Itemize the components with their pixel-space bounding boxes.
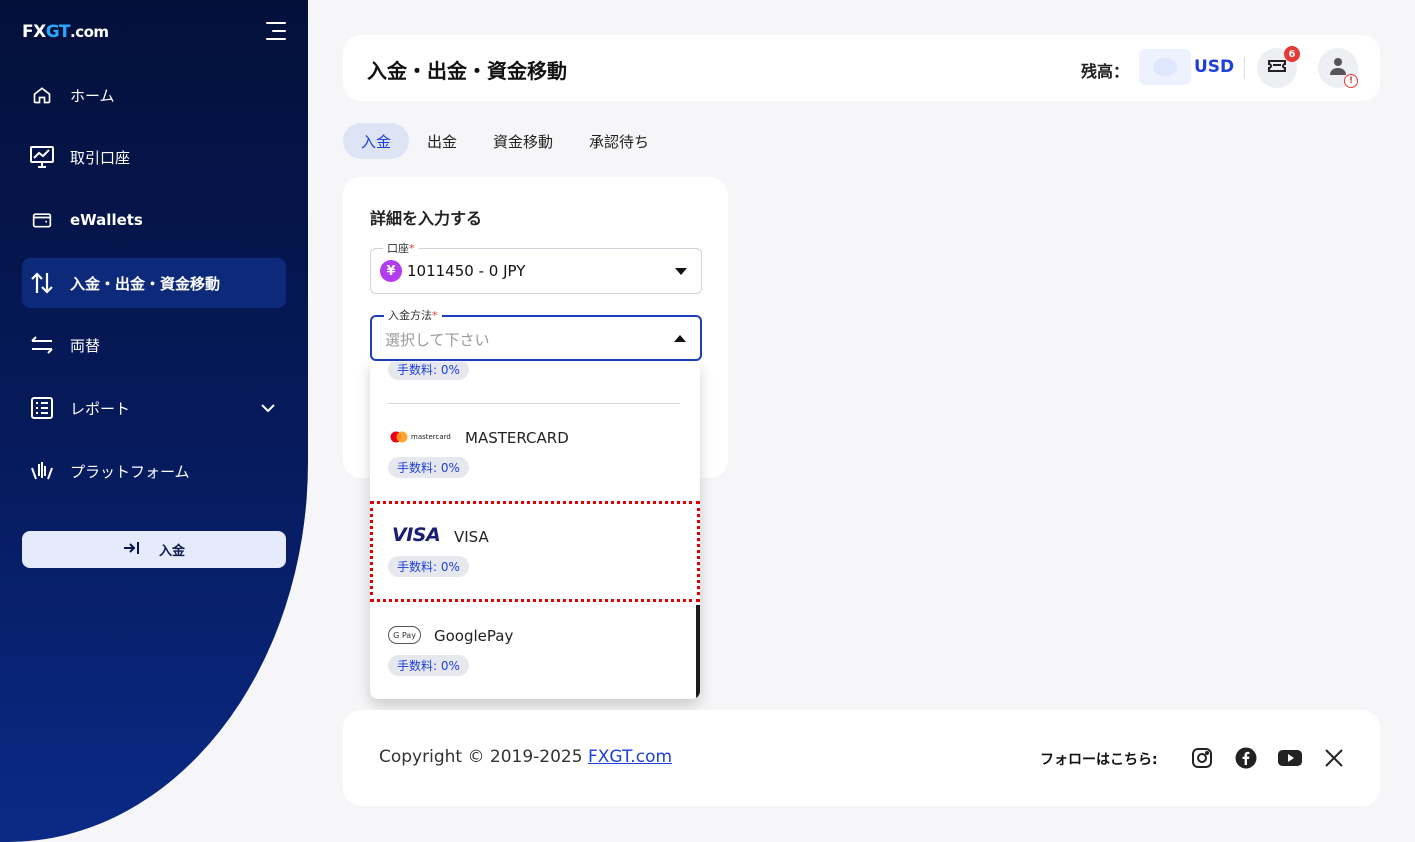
dropdown-scrollbar[interactable]	[696, 605, 700, 699]
page-footer: Copyright © 2019-2025 FXGT.com フォローはこちら:	[343, 710, 1380, 806]
copyright-text: Copyright © 2019-2025 FXGT.com	[379, 747, 673, 767]
dropdown-option-googlepay[interactable]: G Pay GooglePay 手数料: 0%	[370, 615, 696, 685]
yen-icon: ¥	[380, 260, 402, 282]
sidebar-item-label: 両替	[70, 336, 101, 355]
account-select[interactable]: 口座* ¥ 1011450 - 0 JPY	[370, 240, 702, 294]
header-divider	[1244, 57, 1245, 79]
balance-label: 残高：	[1081, 62, 1130, 81]
notification-badge: 6	[1284, 46, 1300, 62]
logo-suffix: .com	[70, 23, 109, 41]
caret-down-icon	[675, 268, 687, 275]
sidebar-item-label: eWallets	[70, 211, 143, 229]
sidebar-item-platform[interactable]: プラットフォーム	[22, 446, 286, 496]
method-placeholder: 選択して下さい	[385, 331, 490, 349]
mastercard-logo-icon: mastercard	[390, 431, 451, 443]
x-icon[interactable]	[1322, 746, 1346, 770]
fee-badge: 手数料: 0%	[388, 362, 469, 380]
menu-toggle-icon[interactable]	[266, 22, 286, 40]
fxgt-link[interactable]: FXGT.com	[588, 747, 672, 767]
ticket-button[interactable]: 6	[1257, 46, 1300, 88]
fee-badge: 手数料: 0%	[388, 457, 469, 478]
platform-icon	[30, 459, 54, 483]
sidebar-item-label: 取引口座	[70, 148, 131, 167]
youtube-icon[interactable]	[1278, 746, 1302, 770]
fee-badge: 手数料: 0%	[388, 655, 469, 676]
deposit-method-select[interactable]: 入金方法* 選択して下さい	[370, 307, 702, 361]
balance-value-hidden	[1139, 49, 1191, 85]
chart-monitor-icon	[30, 145, 54, 169]
page-header: 入金・出金・資金移動 残高： USD 6 !	[343, 35, 1380, 101]
sidebar-item-label: プラットフォーム	[70, 462, 190, 481]
account-field-label: 口座*	[383, 240, 419, 256]
sidebar-item-exchange[interactable]: 両替	[22, 320, 286, 370]
logo-prefix: FX	[22, 22, 46, 42]
user-profile-button[interactable]: !	[1318, 48, 1358, 88]
chevron-down-icon[interactable]	[260, 399, 276, 417]
sidebar-item-ewallets[interactable]: eWallets	[22, 195, 286, 245]
visa-highlight-frame	[370, 501, 700, 602]
logo-accent: GT	[45, 22, 71, 42]
home-icon	[30, 83, 54, 107]
fxgt-logo[interactable]: FXGT.com	[22, 22, 109, 42]
sidebar-item-label: ホーム	[70, 86, 115, 105]
sidebar-item-report[interactable]: レポート	[22, 383, 286, 433]
wallet-icon	[30, 208, 54, 232]
tab-withdraw[interactable]: 出金	[409, 123, 475, 159]
transaction-tabs: 入金 出金 資金移動 承認待ち	[343, 123, 667, 159]
option-name: MASTERCARD	[465, 429, 569, 447]
sidebar-item-label: 入金・出金・資金移動	[70, 274, 221, 293]
caret-up-icon	[674, 335, 686, 342]
dropdown-divider	[388, 403, 680, 404]
sidebar-deposit-button[interactable]: 入金	[22, 531, 286, 568]
transfer-arrows-icon	[30, 271, 54, 295]
account-value: 1011450 - 0 JPY	[407, 262, 526, 280]
google-pay-logo-icon: G Pay	[388, 626, 421, 644]
alert-icon: !	[1344, 74, 1358, 88]
method-field-label: 入金方法*	[384, 307, 442, 323]
sidebar-item-home[interactable]: ホーム	[22, 70, 286, 120]
sidebar-item-label: レポート	[70, 399, 131, 418]
deposit-button-label: 入金	[158, 544, 185, 559]
sidebar-item-deposit-withdraw-transfer[interactable]: 入金・出金・資金移動	[22, 258, 286, 308]
report-icon	[30, 396, 54, 420]
instagram-icon[interactable]	[1190, 746, 1214, 770]
sidebar-item-trading-accounts[interactable]: 取引口座	[22, 132, 286, 182]
facebook-icon[interactable]	[1234, 746, 1258, 770]
balance-currency: USD	[1194, 57, 1235, 77]
follow-label: フォローはこちら:	[1040, 752, 1158, 768]
dropdown-option-mastercard[interactable]: mastercard MASTERCARD 手数料: 0%	[370, 417, 696, 487]
page-title: 入金・出金・資金移動	[367, 59, 567, 83]
tab-pending[interactable]: 承認待ち	[571, 123, 667, 159]
exchange-icon	[30, 333, 54, 357]
tab-deposit[interactable]: 入金	[343, 123, 410, 159]
arrow-right-bar-icon	[123, 541, 141, 559]
option-name: GooglePay	[434, 627, 514, 645]
ticket-icon	[1267, 58, 1287, 78]
tab-transfer[interactable]: 資金移動	[475, 123, 571, 159]
form-title: 詳細を入力する	[370, 209, 483, 228]
sidebar: FXGT.com ホーム 取引口座 eWallets 入金・出金・資金移動 両替	[0, 0, 308, 842]
